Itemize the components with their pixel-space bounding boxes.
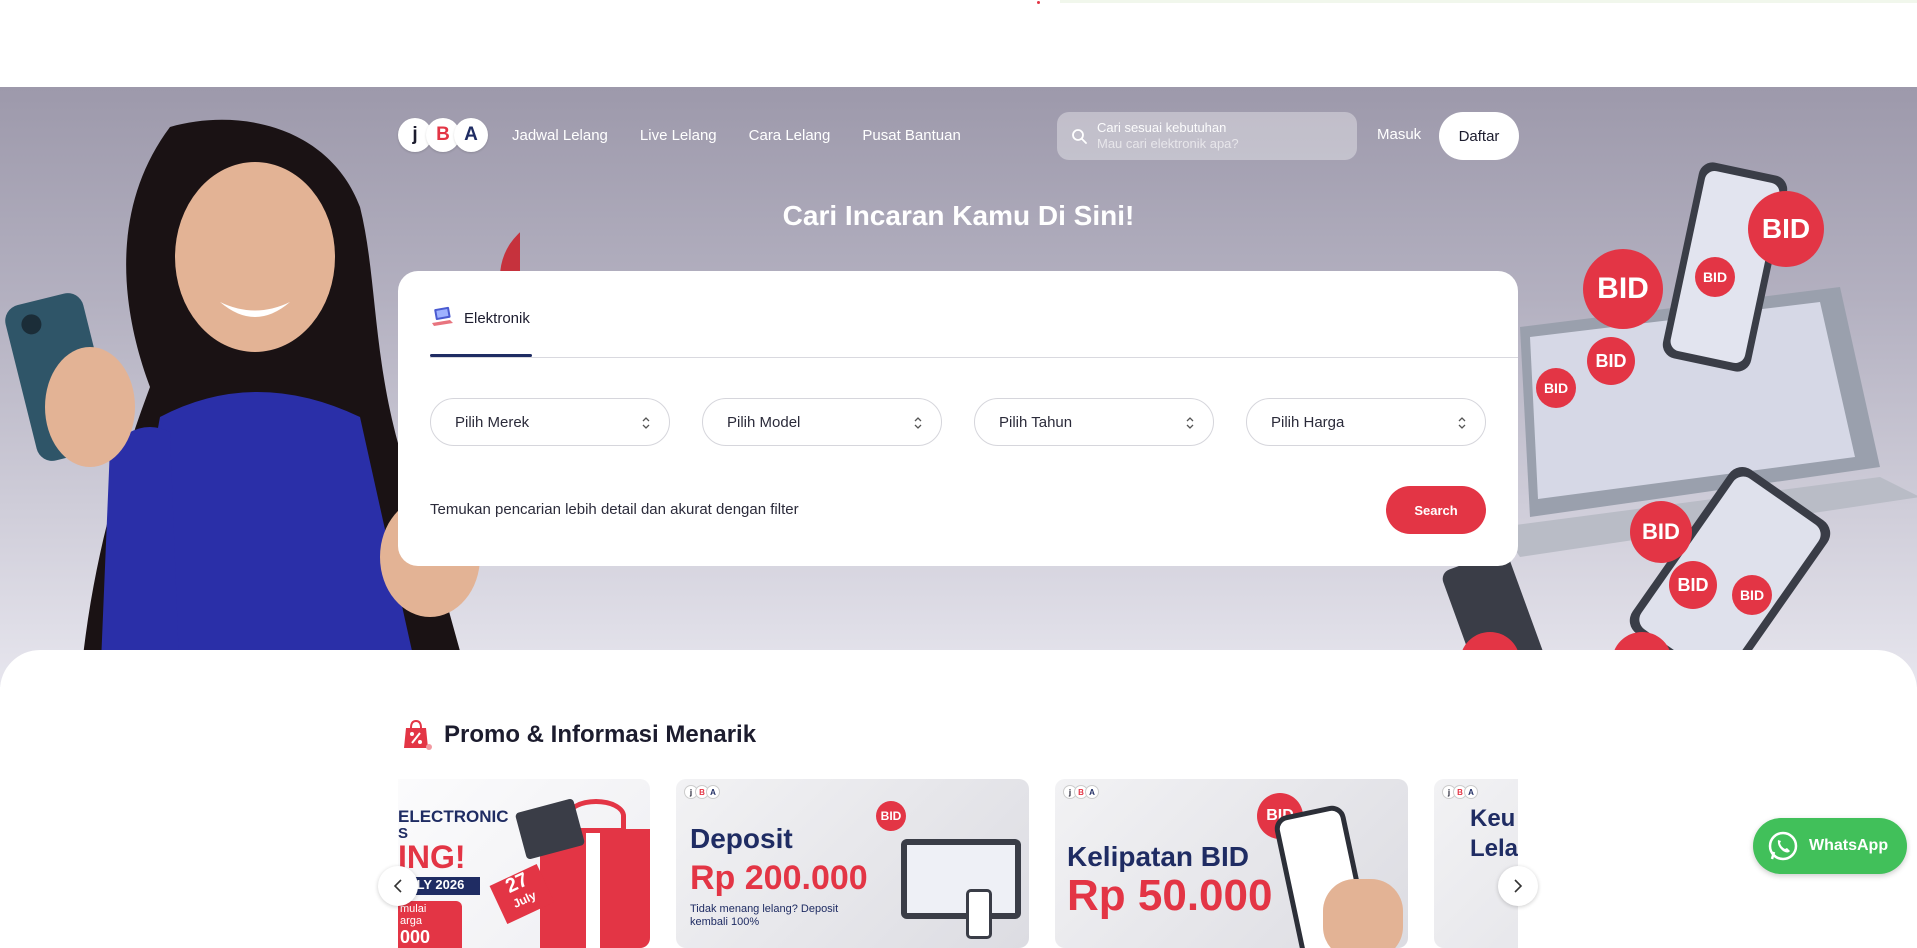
search-icon xyxy=(1072,129,1087,144)
top-dot xyxy=(1037,1,1040,4)
navbar: j B A Jadwal Lelang Live Lelang Cara Lel… xyxy=(398,112,1519,160)
whatsapp-button[interactable]: WhatsApp xyxy=(1753,818,1907,874)
bid-badge: BID xyxy=(1669,561,1717,609)
banner-title: Deposit xyxy=(690,823,793,854)
search-placeholder-line-1: Cari sesuai kebutuhan xyxy=(1097,120,1227,135)
page: BID BID BID BID BID BID BID BID j B A Ja… xyxy=(0,0,1917,948)
arrow-right-icon xyxy=(1514,879,1523,893)
bid-badge: BID xyxy=(1695,257,1735,297)
select-model-value: Pilih Model xyxy=(727,413,801,431)
banner-phone xyxy=(966,889,992,939)
tab-label: Elektronik xyxy=(464,310,530,327)
carousel-next-button[interactable] xyxy=(1498,866,1538,906)
top-strip xyxy=(0,0,1917,87)
top-line xyxy=(1060,0,1917,3)
banner-logo: j B A xyxy=(1063,785,1099,799)
laptop-icon xyxy=(432,306,453,326)
search-input[interactable]: Cari sesuai kebutuhan Mau cari elektroni… xyxy=(1057,112,1357,160)
nav-links: Jadwal Lelang Live Lelang Cara Lelang Pu… xyxy=(512,127,993,144)
select-tahun-value: Pilih Tahun xyxy=(999,413,1073,431)
bid-badge: BID xyxy=(1536,368,1576,408)
promo-banner-kelipatan-bid[interactable]: j B A Kelipatan BID Rp 50.000 BID xyxy=(1055,779,1408,948)
nav-link-jadwal-lelang[interactable]: Jadwal Lelang xyxy=(512,127,608,144)
banner-logo: j B A xyxy=(1442,785,1478,799)
banner-logo-letter: A xyxy=(1085,785,1099,799)
select-harga[interactable]: Pilih Harga xyxy=(1246,398,1486,446)
banner-gift-ribbon xyxy=(586,829,600,948)
bid-badge: BID xyxy=(1587,337,1635,385)
carousel-prev-button[interactable] xyxy=(378,866,418,906)
select-tahun[interactable]: Pilih Tahun xyxy=(974,398,1214,446)
banner-hand xyxy=(1323,879,1403,948)
filter-card: Elektronik Pilih Merek Pilih Model Pilih… xyxy=(398,271,1518,566)
nav-link-live-lelang[interactable]: Live Lelang xyxy=(640,127,717,144)
bid-badge: BID xyxy=(1583,249,1663,329)
promo-carousel: ELECTRONIC S ING! JULY 2026 mulai arga 0… xyxy=(398,779,1518,948)
banner-laptop-screen xyxy=(907,845,1015,913)
filter-hint: Temukan pencarian lebih detail dan akura… xyxy=(430,501,799,518)
banner-title: Kelipatan BID xyxy=(1067,841,1250,872)
banner-text: 000 xyxy=(400,927,431,947)
banner-note: Tidak menang lelang? Deposit kembali 100… xyxy=(690,903,838,929)
banner-title: Lela xyxy=(1470,835,1518,862)
banner-text: mulai xyxy=(400,903,427,915)
promo-header: Promo & Informasi Menarik xyxy=(400,718,756,752)
search-placeholder: Cari sesuai kebutuhan Mau cari elektroni… xyxy=(1097,120,1239,152)
discount-bag-icon xyxy=(404,719,432,750)
search-placeholder-line-2: Mau cari elektronik apa? xyxy=(1097,136,1239,151)
whatsapp-label: WhatsApp xyxy=(1809,837,1889,854)
banner-amount: Rp 50.000 xyxy=(1067,871,1273,920)
banner-logo-letter: A xyxy=(706,785,720,799)
banner-logo: j B A xyxy=(684,785,720,799)
chevron-updown-icon xyxy=(1186,417,1194,429)
banner-text: ELECTRONIC xyxy=(398,807,509,826)
jba-logo[interactable]: j B A xyxy=(398,118,488,152)
chevron-updown-icon xyxy=(1458,417,1466,429)
banner-amount: Rp 200.000 xyxy=(690,859,868,897)
login-link[interactable]: Masuk xyxy=(1377,126,1421,143)
select-model[interactable]: Pilih Model xyxy=(702,398,942,446)
banner-note-line: kembali 100% xyxy=(690,916,760,928)
logo-letter-a: A xyxy=(454,118,488,152)
banner-note-line: Tidak menang lelang? Deposit xyxy=(690,903,839,915)
chevron-updown-icon xyxy=(642,417,650,429)
hero-title: Cari Incaran Kamu Di Sini! xyxy=(782,200,1135,231)
select-merek[interactable]: Pilih Merek xyxy=(430,398,670,446)
register-button[interactable]: Daftar xyxy=(1439,112,1519,160)
search-button[interactable]: Search xyxy=(1386,486,1486,534)
banner-text: arga xyxy=(400,915,423,927)
promo-banner-deposit[interactable]: j B A Deposit Rp 200.000 Tidak menang le… xyxy=(676,779,1029,948)
nav-link-pusat-bantuan[interactable]: Pusat Bantuan xyxy=(862,127,960,144)
nav-link-cara-lelang[interactable]: Cara Lelang xyxy=(749,127,831,144)
chevron-updown-icon xyxy=(914,417,922,429)
select-harga-value: Pilih Harga xyxy=(1271,413,1345,431)
banner-title: Keu xyxy=(1470,805,1516,832)
bid-badge: BID xyxy=(876,801,906,831)
banner-logo-letter: A xyxy=(1464,785,1478,799)
select-merek-value: Pilih Merek xyxy=(455,413,530,431)
promo-title: Promo & Informasi Menarik xyxy=(444,721,757,748)
tab-divider xyxy=(430,357,1518,358)
tab-elektronik[interactable]: Elektronik xyxy=(430,306,530,356)
bid-badge: BID xyxy=(1630,501,1692,563)
banner-price-box: mulai arga 000 xyxy=(398,901,462,948)
bid-badge: BID xyxy=(1732,575,1772,615)
whatsapp-icon xyxy=(1768,831,1798,861)
promo-banner-electronics[interactable]: ELECTRONIC S ING! JULY 2026 mulai arga 0… xyxy=(398,779,650,948)
arrow-left-icon xyxy=(393,879,402,893)
promo-banner-keuntungan[interactable]: j B A Keu Lela xyxy=(1434,779,1518,948)
